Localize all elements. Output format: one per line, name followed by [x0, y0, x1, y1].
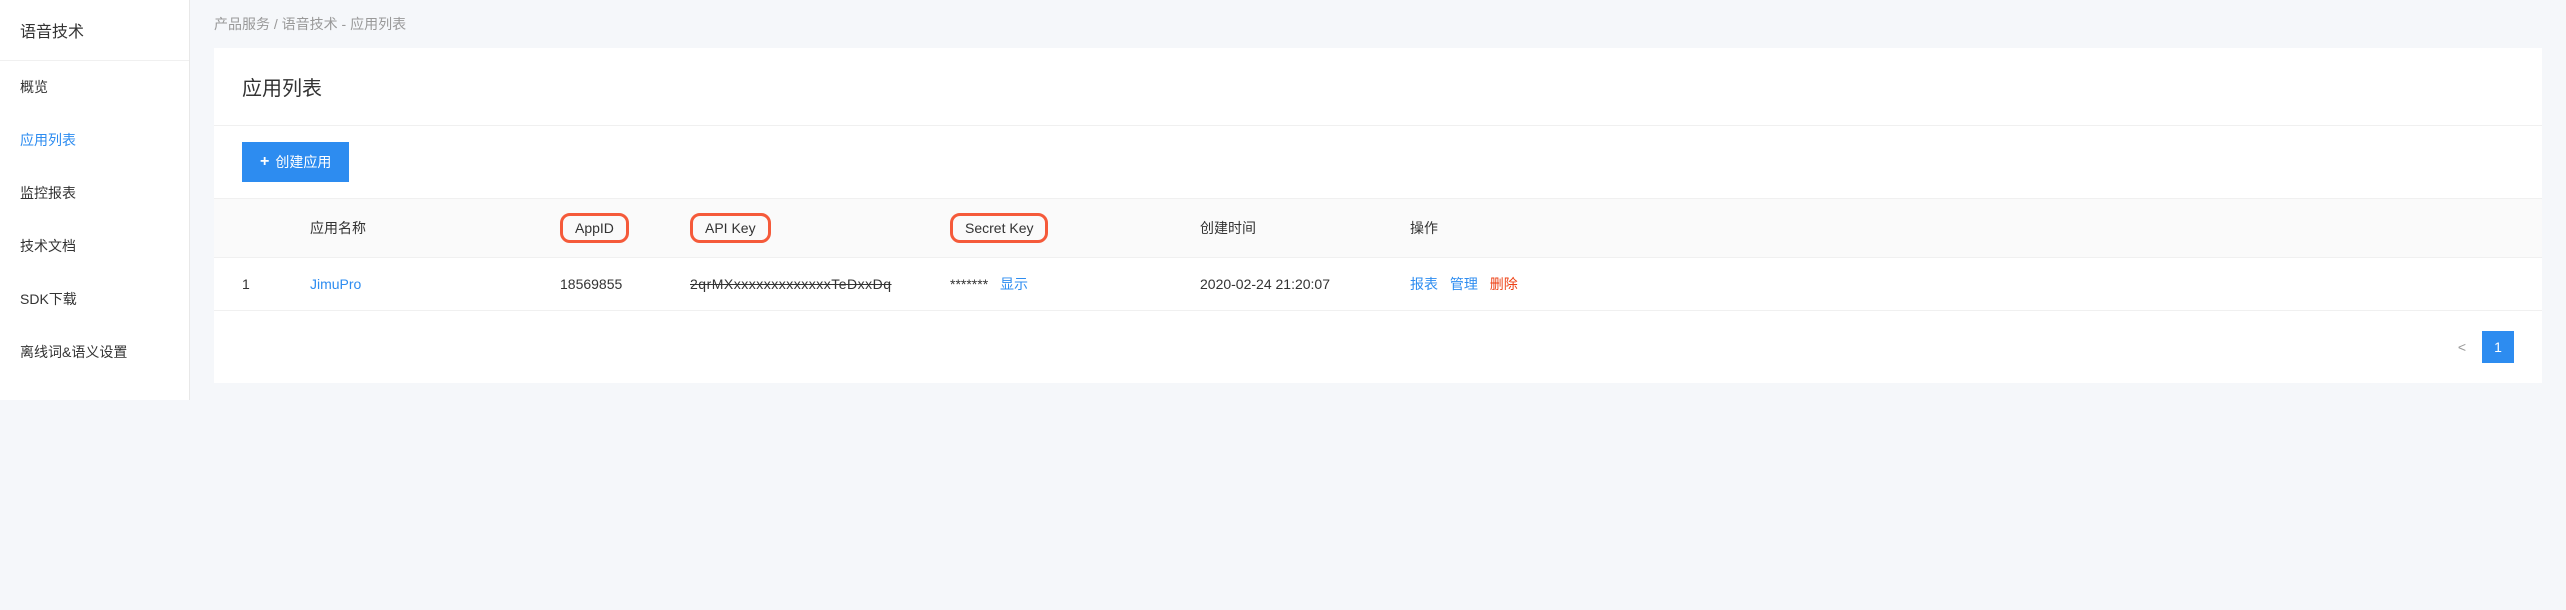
sidebar-item-monitor[interactable]: 监控报表 [0, 167, 189, 220]
pagination-current[interactable]: 1 [2482, 331, 2514, 363]
breadcrumb-current: 语音技术 - 应用列表 [282, 16, 406, 32]
sidebar-item-offline[interactable]: 离线词&语义设置 [0, 326, 189, 379]
th-time: 创建时间 [1184, 199, 1394, 258]
pagination: < 1 [214, 311, 2542, 383]
td-apikey: 2qrMXxxxxxxxxxxxxxTeDxxDq [674, 258, 934, 311]
th-actions: 操作 [1394, 199, 2542, 258]
td-time: 2020-02-24 21:20:07 [1184, 258, 1394, 311]
td-name: JimuPro [294, 258, 544, 311]
create-app-button-label: 创建应用 [275, 152, 331, 172]
sidebar-item-docs[interactable]: 技术文档 [0, 220, 189, 273]
highlight-appid: AppID [560, 213, 629, 243]
breadcrumb-sep: / [274, 16, 278, 32]
th-appid: AppID [544, 199, 674, 258]
app-table: 应用名称 AppID API Key Secret Key 创建时间 操作 [214, 198, 2542, 311]
create-app-button[interactable]: + 创建应用 [242, 142, 349, 182]
th-secretkey: Secret Key [934, 199, 1184, 258]
action-delete[interactable]: 删除 [1490, 276, 1518, 292]
main-content: 产品服务 / 语音技术 - 应用列表 应用列表 + 创建应用 应用名称 Ap [190, 0, 2566, 400]
sidebar: 语音技术 概览 应用列表 监控报表 技术文档 SDK下载 离线词&语义设置 [0, 0, 190, 400]
action-manage[interactable]: 管理 [1450, 276, 1478, 292]
plus-icon: + [260, 153, 269, 171]
highlight-secretkey: Secret Key [950, 213, 1048, 243]
highlight-apikey: API Key [690, 213, 771, 243]
panel: 应用列表 + 创建应用 应用名称 AppID API [214, 48, 2542, 383]
breadcrumb: 产品服务 / 语音技术 - 应用列表 [190, 0, 2566, 48]
breadcrumb-root[interactable]: 产品服务 [214, 16, 270, 32]
sidebar-title: 语音技术 [0, 0, 189, 61]
th-name: 应用名称 [294, 199, 544, 258]
panel-title: 应用列表 [214, 48, 2542, 126]
td-secretkey: ******* 显示 [934, 258, 1184, 311]
app-name-link[interactable]: JimuPro [310, 276, 361, 292]
pagination-prev[interactable]: < [2458, 339, 2466, 355]
action-report[interactable]: 报表 [1410, 276, 1438, 292]
table-header-row: 应用名称 AppID API Key Secret Key 创建时间 操作 [214, 199, 2542, 258]
secretkey-masked: ******* [950, 276, 988, 292]
sidebar-item-overview[interactable]: 概览 [0, 61, 189, 114]
sidebar-item-app-list[interactable]: 应用列表 [0, 114, 189, 167]
th-index [214, 199, 294, 258]
sidebar-item-sdk[interactable]: SDK下载 [0, 273, 189, 326]
table-row: 1 JimuPro 18569855 2qrMXxxxxxxxxxxxxxTeD… [214, 258, 2542, 311]
td-actions: 报表 管理 删除 [1394, 258, 2542, 311]
show-secret-link[interactable]: 显示 [1000, 276, 1028, 292]
toolbar: + 创建应用 [214, 126, 2542, 198]
th-apikey: API Key [674, 199, 934, 258]
td-appid: 18569855 [544, 258, 674, 311]
td-index: 1 [214, 258, 294, 311]
apikey-redacted: 2qrMXxxxxxxxxxxxxxTeDxxDq [690, 276, 892, 292]
